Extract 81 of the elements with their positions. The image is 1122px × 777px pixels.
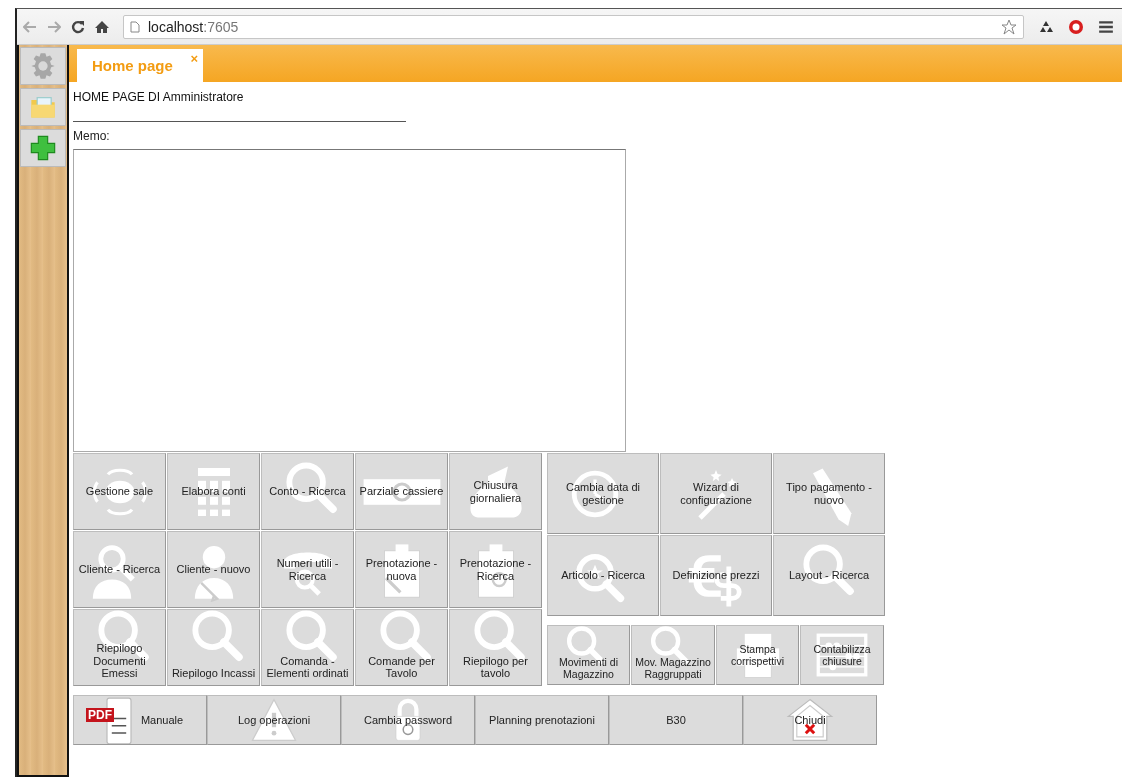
tile-label: Riepilogo per tavolo — [462, 654, 529, 680]
menu-tile-button[interactable]: B30 — [609, 695, 743, 745]
tile-label: Log operazioni — [237, 713, 311, 727]
menu-tile-button[interactable]: Riepilogo per tavolo — [449, 609, 542, 686]
tile-label: Elabora conti — [181, 485, 246, 498]
tile-label: Gestione sale — [85, 485, 154, 498]
tile-label: Chiusura giornaliera — [468, 478, 523, 505]
menu-tile-button[interactable]: Definizione prezzi — [660, 535, 772, 616]
page-heading: HOME PAGE DI Amministratore — [73, 90, 245, 104]
tile-label: Planning prenotazioni — [489, 713, 595, 727]
menu-tile-button[interactable]: Articolo - Ricerca — [547, 535, 659, 616]
plus-icon — [29, 134, 57, 162]
menu-tile-button[interactable]: PDF Manuale — [73, 695, 207, 745]
sidebar-button[interactable] — [20, 47, 66, 85]
address-bar[interactable]: localhost:7605 — [123, 14, 1024, 39]
menu-tile-button[interactable]: Numeri utili - Ricerca — [261, 531, 354, 608]
menu-tile-button[interactable]: Chiusura giornaliera — [449, 453, 542, 530]
menu-icon[interactable] — [1098, 18, 1114, 35]
tile-label: B30 — [666, 713, 686, 727]
sidebar-button[interactable] — [20, 129, 66, 167]
tile-label: Comanda - Elementi ordinati — [265, 654, 350, 680]
tile-label: Contabilizza chiusure — [812, 642, 872, 668]
tile-label: Layout - Ricerca — [788, 569, 870, 582]
menu-tile-button[interactable]: Wizard di configurazione — [660, 453, 772, 534]
tile-label: Cambia data di gestione — [565, 480, 641, 507]
tile-label: Wizard di configurazione — [679, 480, 753, 507]
tile-label: Tipo pagamento - nuovo — [785, 480, 873, 507]
menu-tile-button[interactable]: Log operazioni — [207, 695, 341, 745]
menu-tile-button[interactable]: Cliente - nuovo — [167, 531, 260, 608]
tile-label: Cambia password — [363, 713, 452, 727]
tile-label: Numeri utili - Ricerca — [275, 556, 340, 583]
menu-tile-button[interactable]: Conto - Ricerca — [261, 453, 354, 530]
star-icon[interactable] — [1001, 18, 1017, 35]
menu-tile-button[interactable]: Prenotazione - Ricerca — [449, 531, 542, 608]
page-icon — [130, 20, 140, 33]
menu-tile-button[interactable]: Prenotazione - nuova — [355, 531, 448, 608]
tile-label: Stampa corrispettivi — [729, 642, 786, 668]
tile-label: Prenotazione - nuova — [364, 556, 439, 583]
stop-sign-icon[interactable] — [1068, 18, 1084, 35]
menu-tile-button[interactable]: Comanda - Elementi ordinati — [261, 609, 354, 686]
tile-label: Prenotazione - Ricerca — [458, 556, 533, 583]
menu-tile-button[interactable]: Gestione sale — [73, 453, 166, 530]
menu-tile-button[interactable]: Parziale cassiere — [355, 453, 448, 530]
menu-tile-button[interactable]: Tipo pagamento - nuovo — [773, 453, 885, 534]
menu-tile-button[interactable]: Contabilizza chiusure — [800, 625, 884, 685]
tile-label: Comande per Tavolo — [367, 654, 436, 680]
tile-label: Manuale — [140, 713, 184, 727]
menu-tile-button[interactable]: Stampa corrispettivi — [716, 625, 799, 685]
tile-label: Cliente - Ricerca — [78, 563, 161, 576]
menu-tile-button[interactable]: Comande per Tavolo — [355, 609, 448, 686]
tile-label: Conto - Ricerca — [269, 485, 346, 498]
menu-tile-button[interactable]: Planning prenotazioni — [475, 695, 609, 745]
forward-arrow-icon[interactable] — [47, 19, 61, 34]
tile-label: Parziale cassiere — [359, 485, 444, 498]
menu-tile-button[interactable]: Cambia data di gestione — [547, 453, 659, 534]
menu-tile-button[interactable]: Mov. Magazzino Raggruppati — [631, 625, 715, 685]
home-icon[interactable] — [95, 19, 109, 34]
menu-tile-button[interactable]: Cambia password — [341, 695, 475, 745]
tile-label: Articolo - Ricerca — [561, 569, 645, 582]
menu-tile-button[interactable]: Riepilogo Documenti Emessi — [73, 609, 166, 686]
tile-label: Chiudi — [794, 713, 826, 727]
menu-tile-button[interactable]: Layout - Ricerca — [773, 535, 885, 616]
tile-label: Mov. Magazzino Raggruppati — [634, 655, 712, 680]
back-arrow-icon[interactable] — [23, 19, 37, 34]
magnifier-icon — [191, 610, 244, 664]
menu-tile-button[interactable]: Elabora conti — [167, 453, 260, 530]
memo-label: Memo: — [73, 129, 111, 143]
menu-tile-button[interactable]: Cliente - Ricerca — [73, 531, 166, 608]
reload-icon[interactable] — [71, 19, 85, 34]
menu-tile-button[interactable]: Riepilogo Incassi — [167, 609, 260, 686]
pdf-label: PDF — [86, 708, 114, 722]
tile-label: Riepilogo Documenti Emessi — [92, 642, 147, 680]
menu-tile-button[interactable]: Movimenti di Magazzino — [547, 625, 630, 685]
url-text: localhost:7605 — [148, 18, 240, 35]
tile-label: Definizione prezzi — [672, 569, 760, 582]
sidebar-button[interactable] — [20, 88, 66, 126]
tile-label: Movimenti di Magazzino — [558, 655, 619, 680]
tile-label: Riepilogo Incassi — [171, 667, 256, 680]
tile-label: Cliente - nuovo — [176, 563, 251, 576]
menu-tile-button[interactable]: Chiudi — [743, 695, 877, 745]
memo-field[interactable] — [73, 149, 626, 452]
